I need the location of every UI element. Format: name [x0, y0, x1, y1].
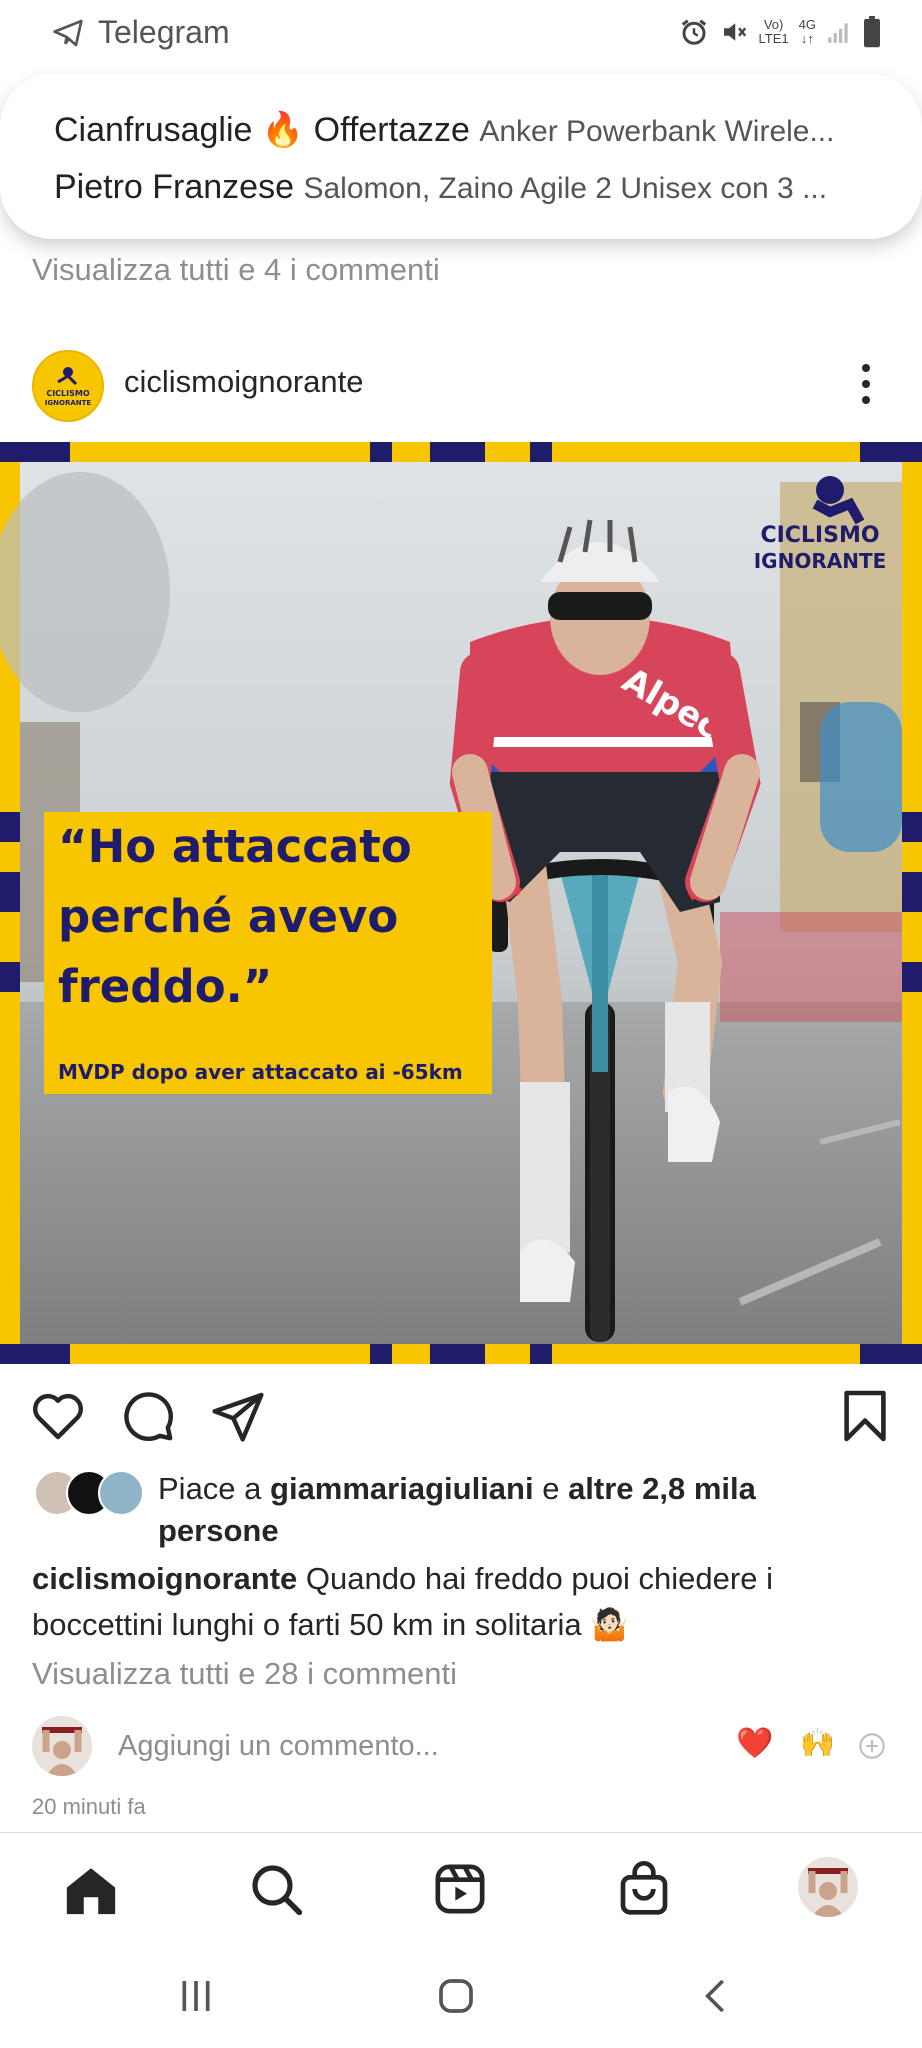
notification-sender: Cianfrusaglie 🔥 Offertazze — [54, 111, 470, 149]
quote-line-1: “Ho attaccato — [58, 820, 412, 873]
network-type-indicator: 4G ↓↑ — [798, 17, 816, 46]
shop-bag-icon[interactable] — [616, 1861, 672, 1917]
notification-sender: Pietro Franzese — [54, 168, 294, 206]
status-app-name: Telegram — [98, 14, 230, 50]
bottom-navigation — [0, 1832, 922, 1943]
post-author-username[interactable]: ciclismoignorante — [124, 364, 364, 400]
reels-icon[interactable] — [432, 1861, 488, 1917]
notification-card[interactable]: Cianfrusaglie 🔥 Offertazze Anker Powerba… — [0, 74, 922, 239]
status-bar: Telegram Vo) LTE1 4G ↓↑ — [0, 0, 922, 70]
telegram-send-icon — [53, 19, 83, 46]
home-button-icon[interactable] — [436, 1976, 476, 2016]
notification-message: Salomon, Zaino Agile 2 Unisex con 3 ... — [303, 172, 828, 205]
more-options-icon[interactable] — [852, 362, 880, 406]
post-author-avatar[interactable]: CICLISMO IGNORANTE — [32, 350, 104, 422]
notification-item[interactable]: Cianfrusaglie 🔥 Offertazze Anker Powerba… — [54, 110, 884, 150]
notification-item[interactable]: Pietro Franzese Salomon, Zaino Agile 2 U… — [54, 168, 884, 207]
current-user-avatar — [32, 1716, 92, 1776]
system-navigation-bar — [0, 1942, 922, 2048]
quote-line-2: perché avevo — [58, 890, 398, 943]
previous-post-view-comments-link[interactable]: Visualizza tutti e 4 i commenti — [32, 252, 440, 288]
svg-text:CICLISMO: CICLISMO — [760, 523, 879, 548]
post-timestamp: 20 minuti fa — [32, 1794, 146, 1819]
back-icon[interactable] — [696, 1976, 736, 2016]
svg-text:IGNORANTE: IGNORANTE — [754, 549, 887, 573]
post-image-graphic: Alpecin CICLISMO IGNORANTE “Ho attaccato… — [0, 442, 922, 1364]
quick-reaction-heart[interactable]: ❤️ — [736, 1726, 773, 1761]
caption-username[interactable]: ciclismoignorante — [32, 1561, 297, 1596]
add-reaction-icon[interactable] — [858, 1732, 886, 1760]
post-action-bar — [0, 1380, 922, 1450]
status-icons: Vo) LTE1 4G ↓↑ — [679, 16, 882, 48]
post-image[interactable]: Alpecin CICLISMO IGNORANTE “Ho attaccato… — [0, 442, 922, 1364]
liker-username[interactable]: giammariagiuliani — [270, 1471, 534, 1506]
home-icon[interactable] — [62, 1863, 120, 1917]
likes-summary[interactable]: Piace a giammariagiuliani e altre 2,8 mi… — [158, 1468, 878, 1552]
notification-message: Anker Powerbank Wirele... — [479, 115, 835, 148]
mute-icon — [723, 23, 746, 41]
post-caption: ciclismoignorante Quando hai freddo puoi… — [32, 1556, 892, 1648]
alarm-icon — [681, 19, 706, 45]
quote-line-3: freddo.” — [58, 960, 272, 1013]
save-bookmark-icon[interactable] — [842, 1388, 888, 1444]
recent-apps-icon[interactable] — [176, 1976, 216, 2016]
comment-bubble-icon[interactable] — [120, 1388, 176, 1444]
svg-text:CICLISMO: CICLISMO — [46, 389, 90, 398]
quick-reaction-praise[interactable]: 🙌 — [800, 1726, 835, 1759]
like-heart-icon[interactable] — [30, 1390, 86, 1442]
search-icon[interactable] — [248, 1861, 304, 1917]
svg-text:IGNORANTE: IGNORANTE — [45, 399, 92, 407]
status-app-indicator: Telegram — [52, 14, 230, 51]
volte-indicator: Vo) LTE1 — [758, 17, 789, 46]
view-all-comments-link[interactable]: Visualizza tutti e 28 i commenti — [32, 1656, 457, 1692]
profile-tab-avatar[interactable] — [798, 1857, 858, 1917]
quote-subline: MVDP dopo aver attaccato ai -65km — [58, 1060, 463, 1084]
battery-icon — [864, 16, 880, 48]
add-comment-input[interactable]: Aggiungi un commento... — [118, 1730, 439, 1763]
signal-icon — [828, 23, 848, 43]
share-send-icon[interactable] — [210, 1388, 266, 1444]
liker-avatar — [98, 1470, 144, 1516]
user-avatar-graphic — [32, 1716, 92, 1776]
profile-avatar-graphic — [798, 1857, 858, 1917]
ciclismo-ignorante-logo-icon: CICLISMO IGNORANTE — [34, 352, 102, 420]
liker-avatars — [34, 1470, 144, 1516]
